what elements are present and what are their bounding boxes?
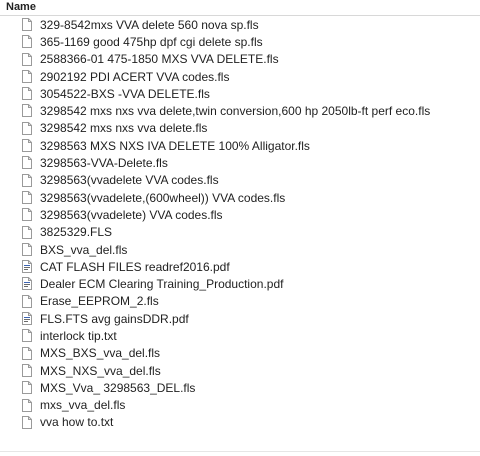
file-name: 3825329.FLS	[40, 225, 113, 240]
file-row[interactable]: 329-8542mxs VVA delete 560 nova sp.fls	[0, 16, 480, 34]
file-name: 3298542 mxs nxs vva delete,twin conversi…	[40, 104, 431, 119]
document-icon	[22, 363, 32, 377]
file-row[interactable]: 3298563 MXS NXS IVA DELETE 100% Alligato…	[0, 137, 480, 155]
document-icon	[22, 294, 32, 308]
file-name: 3298563(vvadelete) VVA codes.fls	[40, 207, 223, 222]
file-name: MXS_BXS_vva_del.fls	[40, 346, 161, 361]
document-icon	[22, 415, 32, 429]
name-column-header[interactable]: Name	[0, 0, 480, 16]
finder-window: Name 329-8542mxs VVA delete 560 nova sp.…	[0, 0, 480, 456]
document-icon	[22, 139, 32, 153]
name-column-header-label: Name	[6, 1, 36, 13]
file-row[interactable]: 365-1169 good 475hp dpf cgi delete sp.fl…	[0, 33, 480, 51]
file-name: FLS.FTS avg gainsDDR.pdf	[40, 311, 189, 326]
file-name: Erase_EEPROM_2.fls	[40, 294, 159, 309]
file-row[interactable]: MXS_BXS_vva_del.fls	[0, 344, 480, 362]
file-row[interactable]: CAT FLASH FILES readref2016.pdf	[0, 258, 480, 276]
file-name: MXS_NXS_vva_del.fls	[40, 363, 161, 378]
document-icon	[22, 104, 32, 118]
pdf-icon	[22, 260, 32, 274]
document-icon	[22, 69, 32, 83]
document-icon	[22, 398, 32, 412]
file-row[interactable]: 3054522-BXS -VVA DELETE.fls	[0, 85, 480, 103]
document-icon	[22, 18, 32, 31]
file-row[interactable]: 3298563(vvadelete VVA codes.fls	[0, 171, 480, 189]
file-name: 3298563(vvadelete VVA codes.fls	[40, 173, 219, 188]
file-row[interactable]: 3298563(vvadelete) VVA codes.fls	[0, 206, 480, 224]
file-name: BXS_vva_del.fls	[40, 242, 128, 257]
file-name: vva how to.txt	[40, 415, 114, 430]
file-row[interactable]: 2902192 PDI ACERT VVA codes.fls	[0, 67, 480, 86]
file-row[interactable]: 3825329.FLS	[0, 223, 480, 241]
document-icon	[22, 242, 32, 256]
file-list: 329-8542mxs VVA delete 560 nova sp.fls 36…	[0, 16, 480, 432]
document-icon	[22, 208, 32, 222]
document-icon	[22, 173, 32, 187]
file-row[interactable]: MXS_NXS_vva_del.fls	[0, 361, 480, 380]
file-row[interactable]: 3298563-VVA-Delete.fls	[0, 154, 480, 172]
file-row[interactable]: 3298563(vvadelete,(600wheel)) VVA codes.…	[0, 188, 480, 207]
file-row[interactable]: Dealer ECM Clearing Training_Production.…	[0, 275, 480, 293]
file-row[interactable]: Erase_EEPROM_2.fls	[0, 292, 480, 311]
list-bottom-divider	[0, 451, 480, 452]
pdf-icon	[22, 277, 32, 291]
document-icon	[22, 87, 32, 101]
pdf-icon	[22, 312, 32, 326]
file-name: mxs_vva_del.fls	[40, 398, 126, 413]
file-name: 329-8542mxs VVA delete 560 nova sp.fls	[40, 17, 259, 32]
document-icon	[22, 121, 32, 135]
file-row[interactable]: 3298542 mxs nxs vva delete,twin conversi…	[0, 102, 480, 120]
file-name: interlock tip.txt	[40, 328, 117, 343]
file-row[interactable]: interlock tip.txt	[0, 327, 480, 345]
file-row[interactable]: MXS_Vva_ 3298563_DEL.fls	[0, 379, 480, 397]
file-name: MXS_Vva_ 3298563_DEL.fls	[40, 380, 196, 395]
file-name: 3054522-BXS -VVA DELETE.fls	[40, 86, 210, 101]
file-name: 2902192 PDI ACERT VVA codes.fls	[40, 69, 230, 84]
file-row[interactable]: 2588366-01 475-1850 MXS VVA DELETE.fls	[0, 50, 480, 68]
file-row[interactable]: BXS_vva_del.fls	[0, 240, 480, 259]
document-icon	[22, 381, 32, 395]
document-icon	[22, 346, 32, 360]
file-name: 3298563-VVA-Delete.fls	[40, 156, 168, 171]
file-name: CAT FLASH FILES readref2016.pdf	[40, 259, 230, 274]
file-row[interactable]: mxs_vva_del.fls	[0, 396, 480, 414]
document-icon	[22, 225, 32, 239]
file-name: 3298563(vvadelete,(600wheel)) VVA codes.…	[40, 190, 286, 205]
file-name: 2588366-01 475-1850 MXS VVA DELETE.fls	[40, 52, 279, 67]
document-icon	[22, 190, 32, 204]
file-row[interactable]: 3298542 mxs nxs vva delete.fls	[0, 119, 480, 138]
file-name: 3298563 MXS NXS IVA DELETE 100% Alligato…	[40, 138, 310, 153]
document-icon	[22, 329, 32, 343]
file-name: 365-1169 good 475hp dpf cgi delete sp.fl…	[40, 34, 263, 49]
document-icon	[22, 156, 32, 170]
file-row[interactable]: FLS.FTS avg gainsDDR.pdf	[0, 310, 480, 328]
document-icon	[22, 52, 32, 66]
file-name: Dealer ECM Clearing Training_Production.…	[40, 277, 284, 292]
file-name: 3298542 mxs nxs vva delete.fls	[40, 121, 208, 136]
document-icon	[22, 35, 32, 49]
file-row[interactable]: vva how to.txt	[0, 413, 480, 432]
